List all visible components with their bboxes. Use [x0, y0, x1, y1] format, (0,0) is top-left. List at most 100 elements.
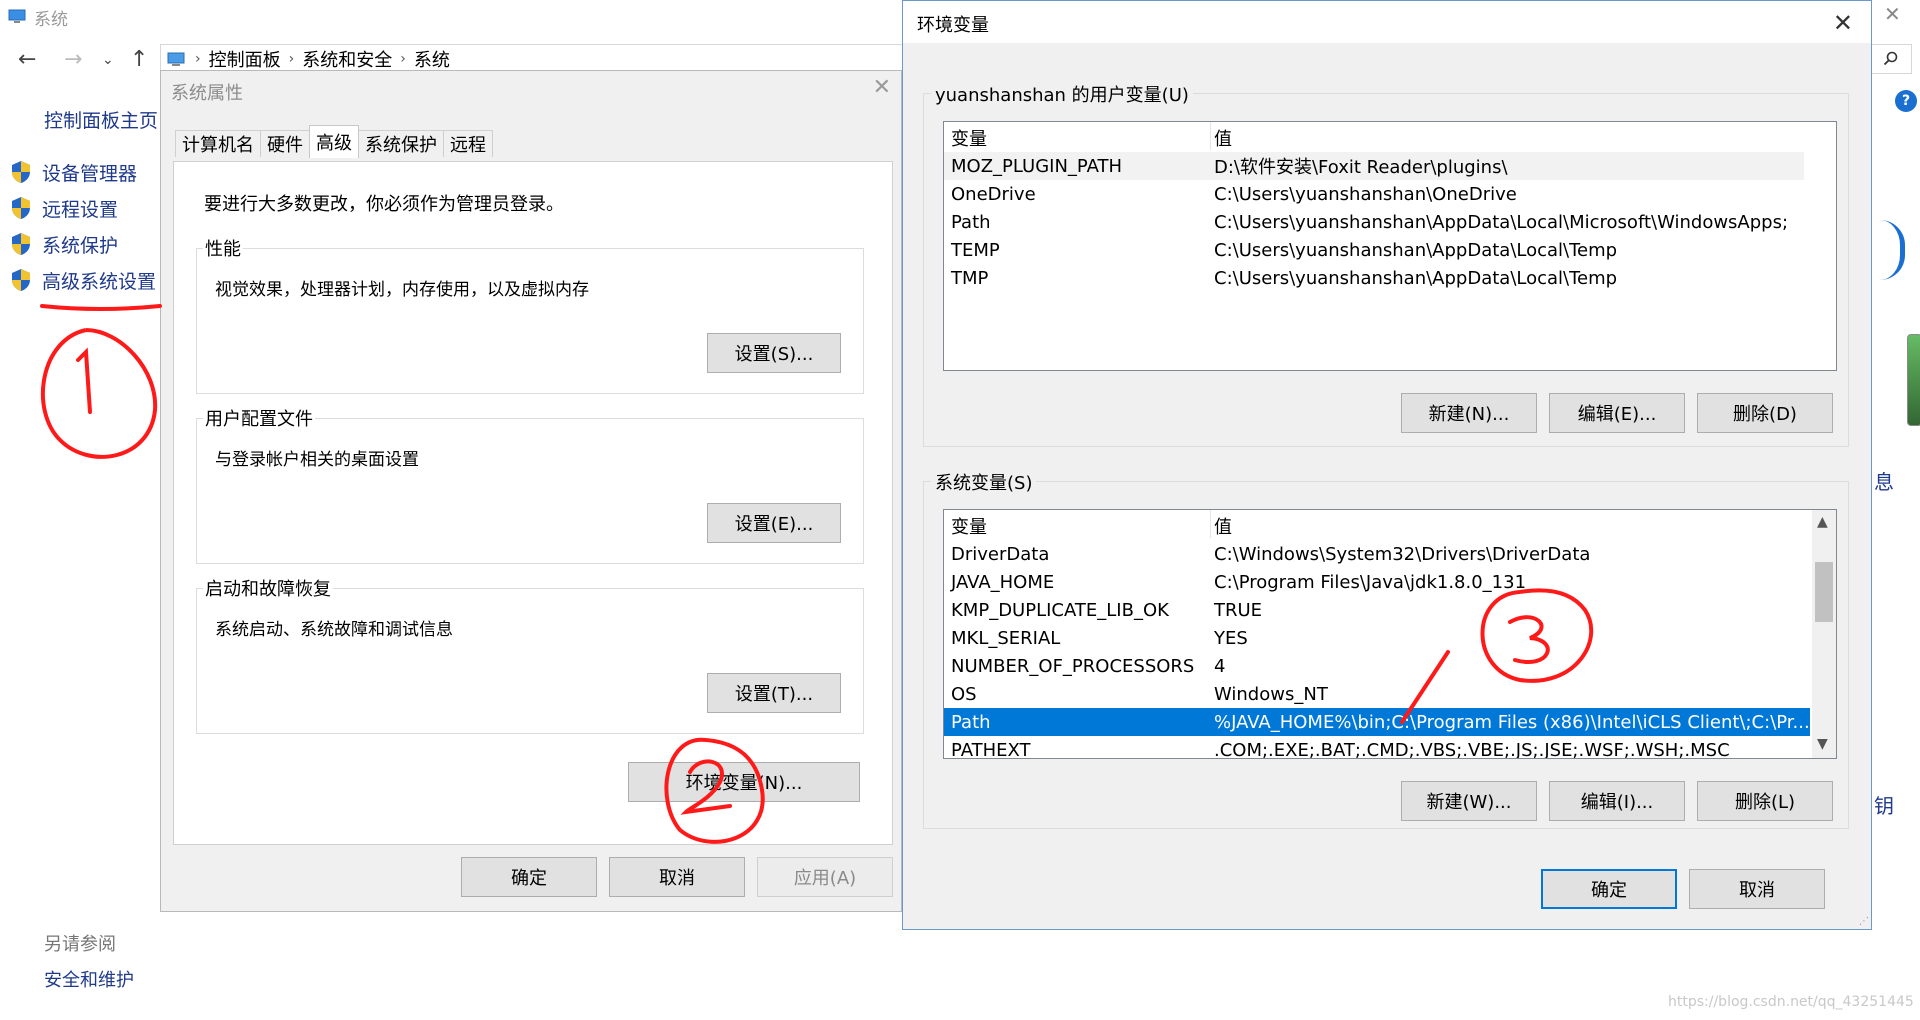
variable-name: TMP — [951, 267, 989, 289]
close-icon[interactable]: ✕ — [873, 75, 891, 100]
breadcrumb-item[interactable]: 控制面板 — [209, 46, 281, 72]
group-description: 与登录帐户相关的桌面设置 — [215, 450, 419, 470]
system-edit-button[interactable]: 编辑(I)... — [1549, 781, 1685, 821]
column-header-value[interactable]: 值 — [1210, 125, 1232, 151]
user-variables-label: yuanshanshan 的用户变量(U) — [931, 81, 1193, 107]
variable-value: Windows_NT — [1214, 683, 1328, 705]
shield-icon — [10, 232, 32, 256]
edge-link-text[interactable]: 息 — [1874, 466, 1894, 495]
tab-hardware[interactable]: 硬件 — [260, 130, 310, 157]
security-maintenance-link[interactable]: 安全和维护 — [44, 966, 134, 992]
variable-name: DriverData — [951, 543, 1050, 565]
startup-recovery-settings-button[interactable]: 设置(T)... — [707, 673, 841, 713]
circle-1-annotation — [40, 328, 158, 459]
title-bar: 环境变量 ✕ — [903, 1, 1871, 43]
list-item[interactable]: MOZ_PLUGIN_PATH D:\软件安装\Foxit Reader\plu… — [944, 152, 1804, 180]
list-item[interactable]: OneDrive C:\Users\yuanshanshan\OneDrive — [944, 180, 1804, 208]
list-item[interactable]: DriverData C:\Windows\System32\Drivers\D… — [944, 540, 1810, 568]
system-variables-list[interactable]: 变量 值 DriverData C:\Windows\System32\Driv… — [943, 509, 1837, 759]
nav-buttons: ← → ⌄ ↑ — [0, 44, 168, 76]
group-label: 用户配置文件 — [203, 405, 315, 431]
system-new-button[interactable]: 新建(W)... — [1401, 781, 1537, 821]
remote-settings-link[interactable]: 远程设置 — [10, 194, 118, 222]
system-protection-link[interactable]: 系统保护 — [10, 230, 118, 258]
advanced-system-settings-link[interactable]: 高级系统设置 — [10, 266, 156, 294]
column-divider[interactable] — [1210, 122, 1211, 150]
forward-arrow-icon[interactable]: → — [64, 44, 82, 76]
system-variables-label: 系统变量(S) — [931, 469, 1037, 495]
list-item[interactable]: JAVA_HOME C:\Program Files\Java\jdk1.8.0… — [944, 568, 1810, 596]
help-icon[interactable]: ? — [1895, 90, 1917, 112]
tab-computer-name[interactable]: 计算机名 — [175, 130, 261, 157]
list-header: 变量 值 — [944, 124, 1836, 152]
variable-value: C:\Users\yuanshanshan\OneDrive — [1214, 183, 1517, 205]
resize-grip-icon[interactable]: ⋰ — [1859, 916, 1869, 927]
variable-name: MKL_SERIAL — [951, 627, 1061, 649]
admin-notice: 要进行大多数更改，你必须作为管理员登录。 — [204, 194, 564, 215]
user-profiles-settings-button[interactable]: 设置(E)... — [707, 503, 841, 543]
dialog-title: 系统属性 — [171, 83, 243, 104]
edge-link-text[interactable]: 钥 — [1874, 790, 1894, 819]
chevron-down-icon[interactable]: ⌄ — [102, 44, 114, 76]
variable-value: YES — [1214, 627, 1248, 649]
edge-indicator — [1907, 334, 1920, 426]
tab-remote[interactable]: 远程 — [443, 130, 493, 157]
list-item[interactable]: KMP_DUPLICATE_LIB_OK TRUE — [944, 596, 1810, 624]
variable-name: OS — [951, 683, 977, 705]
control-panel-icon — [167, 51, 187, 67]
variable-value: .COM;.EXE;.BAT;.CMD;.VBS;.VBE;.JS;.JSE;.… — [1214, 739, 1730, 759]
variable-value: C:\Windows\System32\Drivers\DriverData — [1214, 543, 1591, 565]
variable-name: Path — [951, 211, 991, 233]
list-item[interactable]: NUMBER_OF_PROCESSORS 4 — [944, 652, 1810, 680]
ok-button[interactable]: 确定 — [1541, 869, 1677, 909]
scrollbar-thumb[interactable] — [1815, 562, 1833, 622]
breadcrumb-item[interactable]: 系统 — [414, 46, 450, 72]
device-manager-link[interactable]: 设备管理器 — [10, 158, 137, 186]
vertical-scrollbar[interactable]: ▲ ▼ — [1812, 510, 1836, 758]
column-header-variable[interactable]: 变量 — [944, 513, 1210, 539]
control-panel-home-link[interactable]: 控制面板主页 — [44, 106, 158, 133]
variable-name: JAVA_HOME — [951, 571, 1055, 593]
search-icon[interactable] — [1870, 44, 1912, 74]
tab-system-protection[interactable]: 系统保护 — [358, 130, 444, 157]
user-edit-button[interactable]: 编辑(E)... — [1549, 393, 1685, 433]
variable-name: TEMP — [951, 239, 1000, 261]
list-item[interactable]: Path C:\Users\yuanshanshan\AppData\Local… — [944, 208, 1804, 236]
column-header-variable[interactable]: 变量 — [944, 125, 1210, 151]
variable-value: TRUE — [1214, 599, 1263, 621]
column-divider[interactable] — [1210, 510, 1211, 538]
up-arrow-icon[interactable]: ↑ — [130, 44, 148, 76]
variable-name: MOZ_PLUGIN_PATH — [951, 155, 1123, 177]
list-item[interactable]: PATHEXT .COM;.EXE;.BAT;.CMD;.VBS;.VBE;.J… — [944, 736, 1810, 759]
scroll-up-icon[interactable]: ▲ — [1817, 514, 1828, 530]
environment-variables-button[interactable]: 环境变量(N)... — [628, 762, 860, 802]
scroll-down-icon[interactable]: ▼ — [1817, 736, 1828, 752]
user-delete-button[interactable]: 删除(D) — [1697, 393, 1833, 433]
performance-settings-button[interactable]: 设置(S)... — [707, 333, 841, 373]
list-item[interactable]: TMP C:\Users\yuanshanshan\AppData\Local\… — [944, 264, 1804, 292]
watermark-text: https://blog.csdn.net/qq_43251445 — [1668, 994, 1914, 1010]
back-arrow-icon[interactable]: ← — [18, 44, 36, 76]
cancel-button[interactable]: 取消 — [609, 857, 745, 897]
apply-button[interactable]: 应用(A) — [757, 857, 893, 897]
close-icon[interactable]: ✕ — [1884, 2, 1901, 26]
system-delete-button[interactable]: 删除(L) — [1697, 781, 1833, 821]
tab-advanced[interactable]: 高级 — [309, 125, 359, 158]
variable-value: C:\Users\yuanshanshan\AppData\Local\Micr… — [1214, 211, 1789, 233]
ok-button[interactable]: 确定 — [461, 857, 597, 897]
list-item[interactable]: OS Windows_NT — [944, 680, 1810, 708]
user-new-button[interactable]: 新建(N)... — [1401, 393, 1537, 433]
group-description: 系统启动、系统故障和调试信息 — [215, 620, 453, 640]
variable-value: C:\Users\yuanshanshan\AppData\Local\Temp — [1214, 239, 1618, 261]
column-header-value[interactable]: 值 — [1210, 513, 1232, 539]
partial-logo-arc — [1880, 220, 1905, 280]
close-icon[interactable]: ✕ — [1833, 9, 1853, 37]
breadcrumb-item[interactable]: 系统和安全 — [302, 46, 392, 72]
list-item[interactable]: MKL_SERIAL YES — [944, 624, 1810, 652]
variable-value: C:\Users\yuanshanshan\AppData\Local\Temp — [1214, 267, 1618, 289]
list-item-selected[interactable]: Path %JAVA_HOME%\bin;C:\Program Files (x… — [944, 708, 1810, 736]
list-item[interactable]: TEMP C:\Users\yuanshanshan\AppData\Local… — [944, 236, 1804, 264]
variable-value: 4 — [1214, 655, 1226, 677]
user-variables-list[interactable]: 变量 值 MOZ_PLUGIN_PATH D:\软件安装\Foxit Reade… — [943, 121, 1837, 371]
cancel-button[interactable]: 取消 — [1689, 869, 1825, 909]
